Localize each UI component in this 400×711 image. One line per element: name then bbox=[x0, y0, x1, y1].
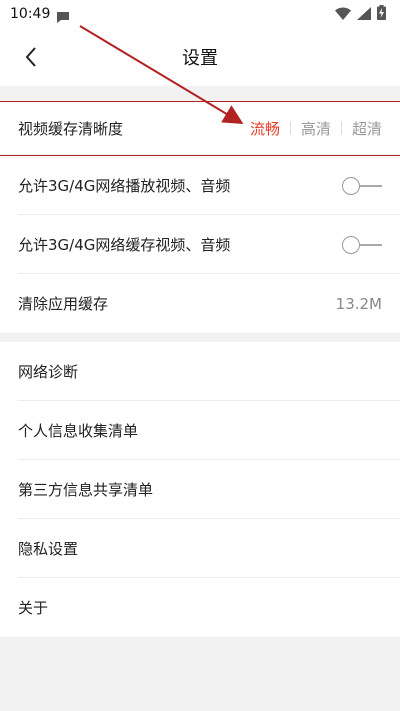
cache-size-value: 13.2M bbox=[335, 294, 382, 313]
network-settings-section: 允许3G/4G网络播放视频、音频 允许3G/4G网络缓存视频、音频 清除应用缓存… bbox=[0, 156, 400, 333]
quality-option-smooth[interactable]: 流畅 bbox=[240, 118, 290, 139]
quality-option-hd[interactable]: 高清 bbox=[291, 118, 341, 139]
info-settings-section: 网络诊断 个人信息收集清单 第三方信息共享清单 隐私设置 关于 bbox=[0, 342, 400, 637]
video-quality-label: 视频缓存清晰度 bbox=[18, 119, 124, 138]
wifi-icon bbox=[335, 5, 351, 24]
message-notification-icon bbox=[56, 8, 70, 23]
back-button[interactable] bbox=[18, 44, 44, 70]
chevron-left-icon bbox=[25, 47, 36, 67]
allow-mobile-play-label: 允许3G/4G网络播放视频、音频 bbox=[18, 177, 231, 195]
allow-mobile-cache-toggle[interactable] bbox=[342, 235, 382, 255]
third-party-sharing-label: 第三方信息共享清单 bbox=[18, 481, 154, 499]
status-time: 10:49 bbox=[10, 6, 51, 22]
status-icons bbox=[335, 4, 386, 24]
video-quality-row: 视频缓存清晰度 流畅 高清 超清 bbox=[0, 102, 400, 154]
about-row[interactable]: 关于 bbox=[0, 578, 400, 637]
clear-cache-row[interactable]: 清除应用缓存 13.2M bbox=[0, 274, 400, 333]
video-quality-options: 流畅 高清 超清 bbox=[240, 118, 382, 139]
clear-cache-label: 清除应用缓存 bbox=[18, 295, 109, 313]
toggle-knob bbox=[342, 235, 360, 254]
top-app-bar: 设置 bbox=[0, 28, 400, 86]
third-party-sharing-row[interactable]: 第三方信息共享清单 bbox=[0, 460, 400, 519]
about-label: 关于 bbox=[18, 599, 49, 617]
toggle-knob bbox=[342, 176, 360, 195]
allow-mobile-play-row[interactable]: 允许3G/4G网络播放视频、音频 bbox=[0, 156, 400, 215]
allow-mobile-cache-row[interactable]: 允许3G/4G网络缓存视频、音频 bbox=[0, 215, 400, 274]
status-bar: 10:49 bbox=[0, 0, 400, 28]
quality-option-uhd[interactable]: 超清 bbox=[342, 118, 382, 139]
video-quality-section: 视频缓存清晰度 流畅 高清 超清 bbox=[0, 102, 400, 154]
privacy-settings-row[interactable]: 隐私设置 bbox=[0, 519, 400, 578]
allow-mobile-cache-label: 允许3G/4G网络缓存视频、音频 bbox=[18, 236, 231, 254]
network-diagnosis-label: 网络诊断 bbox=[18, 363, 79, 381]
battery-charging-icon bbox=[377, 4, 386, 24]
privacy-settings-label: 隐私设置 bbox=[18, 540, 79, 558]
page-title: 设置 bbox=[182, 48, 218, 69]
personal-info-list-label: 个人信息收集清单 bbox=[18, 422, 139, 440]
signal-icon bbox=[357, 5, 371, 24]
personal-info-list-row[interactable]: 个人信息收集清单 bbox=[0, 401, 400, 460]
allow-mobile-play-toggle[interactable] bbox=[342, 176, 382, 196]
network-diagnosis-row[interactable]: 网络诊断 bbox=[0, 342, 400, 401]
